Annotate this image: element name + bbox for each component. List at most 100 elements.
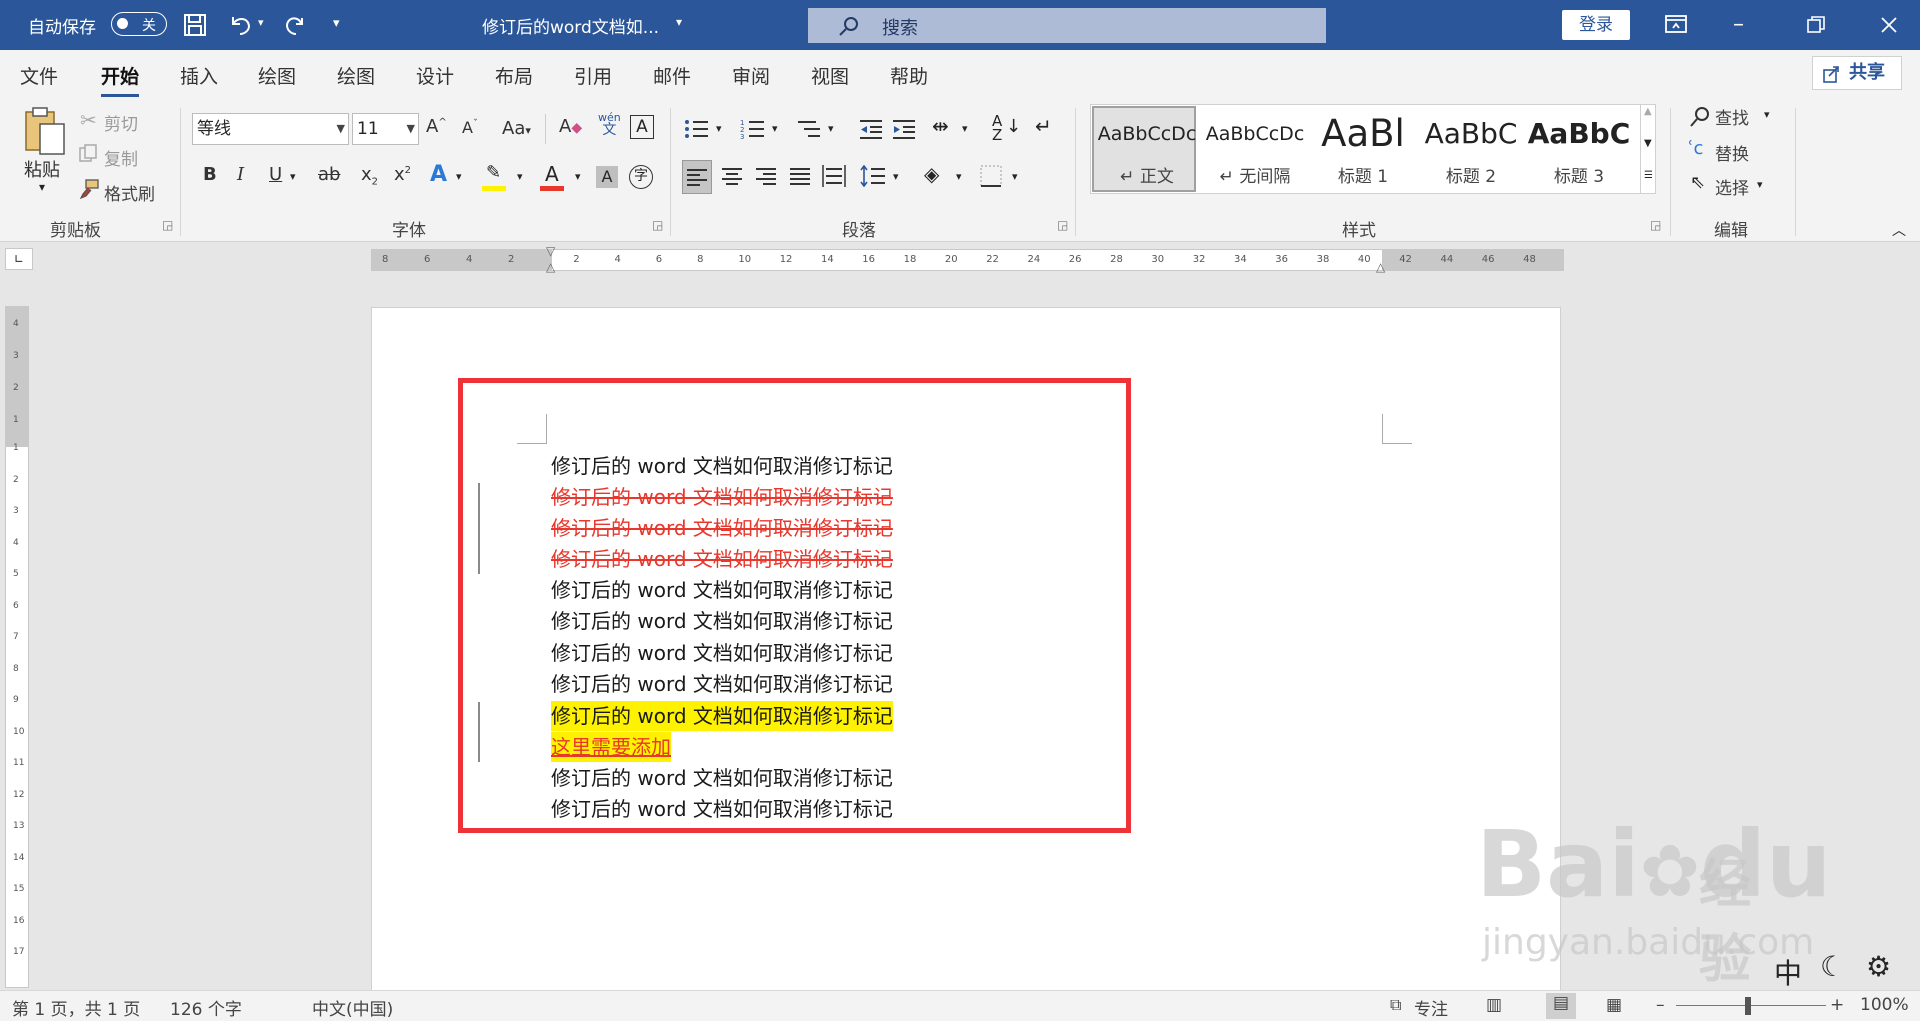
- web-layout-icon[interactable]: ▦: [1606, 995, 1622, 1015]
- page-count[interactable]: 第 1 页，共 1 页: [12, 995, 140, 1020]
- superscript-icon[interactable]: x2: [394, 164, 411, 185]
- strikethrough-icon[interactable]: ab: [318, 164, 340, 185]
- character-shading-icon[interactable]: A: [596, 166, 618, 188]
- word-count[interactable]: 126 个字: [170, 995, 242, 1020]
- chinese-layout-icon[interactable]: ⇹: [932, 114, 949, 138]
- align-right-icon[interactable]: [756, 167, 776, 185]
- style-heading-1[interactable]: AaBl 标题 1: [1311, 106, 1415, 192]
- change-case-button[interactable]: Aa▾: [502, 118, 531, 139]
- underline-icon[interactable]: U: [269, 164, 282, 185]
- hanging-indent-icon[interactable]: △: [546, 260, 555, 274]
- gallery-more-icon[interactable]: ☰: [1644, 170, 1653, 181]
- redo-icon[interactable]: [283, 13, 307, 37]
- gallery-up-icon[interactable]: ▲: [1644, 106, 1652, 117]
- sort-icon[interactable]: AZ: [992, 114, 1002, 143]
- clipboard-launcher-icon[interactable]: ◲: [162, 218, 173, 232]
- borders-dropdown-icon[interactable]: ▾: [1012, 170, 1018, 183]
- share-button[interactable]: 共享: [1812, 56, 1902, 90]
- copy-icon[interactable]: [79, 144, 99, 164]
- horizontal-ruler[interactable]: 8 6 4 2 2 4 6 8 10 12 14 16 18 20 22 24 26 28 30 32 34 36 38 40…: [371, 244, 1564, 274]
- align-left-button[interactable]: [682, 160, 712, 194]
- line-spacing-dropdown-icon[interactable]: ▾: [893, 170, 899, 183]
- zoom-in-icon[interactable]: +: [1830, 995, 1844, 1015]
- tab-review[interactable]: 审阅: [732, 62, 770, 89]
- find-icon[interactable]: [1689, 106, 1711, 128]
- distributed-icon[interactable]: [822, 165, 846, 187]
- read-mode-icon[interactable]: ▥: [1486, 995, 1502, 1015]
- gear-icon[interactable]: ⚙: [1866, 950, 1891, 983]
- highlight-color-icon[interactable]: ✎: [482, 162, 508, 192]
- ribbon-display-icon[interactable]: [1665, 15, 1687, 33]
- tab-home[interactable]: 开始: [101, 62, 140, 97]
- tab-help[interactable]: 帮助: [890, 62, 928, 89]
- subscript-icon[interactable]: x2: [361, 164, 378, 188]
- shading-dropdown-icon[interactable]: ▾: [956, 170, 962, 183]
- first-line-indent-icon[interactable]: ▽: [546, 244, 555, 258]
- minimize-icon[interactable]: –: [1733, 12, 1744, 37]
- clear-formatting-icon[interactable]: A◆: [559, 116, 582, 137]
- select-dropdown-icon[interactable]: ▾: [1757, 178, 1763, 191]
- multilevel-list-icon[interactable]: [796, 118, 822, 140]
- login-button[interactable]: 登录: [1562, 10, 1630, 40]
- select-icon[interactable]: ⇖: [1690, 172, 1705, 193]
- moon-icon[interactable]: ☾: [1820, 950, 1845, 983]
- bold-icon[interactable]: B: [203, 164, 217, 185]
- paste-icon[interactable]: [22, 106, 68, 156]
- phonetic-guide-icon[interactable]: wén 文: [598, 112, 621, 138]
- undo-dropdown-icon[interactable]: ▾: [258, 16, 264, 29]
- tab-design[interactable]: 设计: [416, 62, 454, 89]
- tab-selector-icon[interactable]: ∟: [5, 248, 33, 270]
- justify-icon[interactable]: [790, 167, 810, 185]
- language-status[interactable]: 中文(中国): [312, 995, 393, 1020]
- tab-insert[interactable]: 插入: [180, 62, 218, 89]
- shrink-font-icon[interactable]: Aˇ: [462, 118, 478, 137]
- numbering-dropdown-icon[interactable]: ▾: [772, 122, 778, 135]
- paste-label[interactable]: 粘贴: [24, 156, 60, 182]
- style-heading-2[interactable]: AaBbC 标题 2: [1419, 106, 1523, 192]
- paste-dropdown-icon[interactable]: ▾: [39, 180, 45, 194]
- customize-toolbar-icon[interactable]: ▾: [333, 16, 340, 31]
- vertical-ruler[interactable]: 4 3 2 1 1 2 3 4 5 6 7 8 9 10 11 12 13 14 15 16 17: [5, 306, 29, 988]
- sort-arrow-icon[interactable]: ↓: [1006, 116, 1021, 137]
- gallery-down-icon[interactable]: ▼: [1644, 138, 1652, 149]
- tab-references[interactable]: 引用: [574, 62, 612, 89]
- text-effects-dropdown-icon[interactable]: ▾: [456, 170, 462, 183]
- paragraph-launcher-icon[interactable]: ◲: [1057, 218, 1068, 232]
- restore-icon[interactable]: [1807, 16, 1825, 34]
- borders-icon[interactable]: [980, 165, 1002, 187]
- focus-icon[interactable]: ⧉: [1390, 995, 1401, 1015]
- zoom-slider-track[interactable]: [1676, 1005, 1826, 1006]
- right-indent-icon[interactable]: △: [1376, 260, 1385, 274]
- tab-mailings[interactable]: 邮件: [653, 62, 691, 89]
- style-no-spacing[interactable]: AaBbCcDc ↵ 无间隔: [1203, 106, 1307, 192]
- select-button[interactable]: 选择: [1715, 174, 1749, 199]
- autosave-toggle[interactable]: 关: [111, 12, 167, 36]
- collapse-ribbon-icon[interactable]: ︿: [1892, 220, 1906, 240]
- zoom-level[interactable]: 100%: [1860, 995, 1909, 1015]
- gallery-scroll[interactable]: ▲ ▼ ☰: [1640, 104, 1658, 194]
- style-heading-3[interactable]: AaBbC 标题 3: [1527, 106, 1631, 192]
- font-size-combo[interactable]: 11 ▼: [352, 113, 419, 145]
- document-title[interactable]: 修订后的word文档如...: [482, 13, 659, 38]
- text-effects-icon[interactable]: A: [430, 162, 447, 187]
- chinese-layout-dropdown-icon[interactable]: ▾: [962, 122, 968, 135]
- multilevel-dropdown-icon[interactable]: ▾: [828, 122, 834, 135]
- zoom-out-icon[interactable]: –: [1656, 995, 1665, 1015]
- numbering-icon[interactable]: 123: [740, 118, 766, 140]
- tab-file[interactable]: 文件: [20, 62, 58, 89]
- cut-icon[interactable]: ✂: [80, 108, 97, 132]
- shading-icon[interactable]: ◈: [924, 162, 939, 186]
- style-normal[interactable]: AaBbCcDc ↵ 正文: [1095, 106, 1199, 192]
- highlight-dropdown-icon[interactable]: ▾: [517, 170, 523, 183]
- title-dropdown-icon[interactable]: ▾: [676, 15, 682, 29]
- replace-button[interactable]: 替换: [1715, 140, 1749, 165]
- enclose-characters-icon[interactable]: 字: [629, 165, 653, 189]
- font-name-combo[interactable]: 等线 ▼: [192, 113, 349, 145]
- underline-dropdown-icon[interactable]: ▾: [290, 170, 296, 183]
- zoom-slider-thumb[interactable]: [1745, 997, 1751, 1015]
- close-icon[interactable]: [1880, 16, 1898, 34]
- line-spacing-icon[interactable]: [860, 165, 886, 187]
- show-marks-icon[interactable]: ↵: [1035, 114, 1052, 138]
- tab-view[interactable]: 视图: [811, 62, 849, 89]
- tab-draw-2[interactable]: 绘图: [337, 62, 375, 89]
